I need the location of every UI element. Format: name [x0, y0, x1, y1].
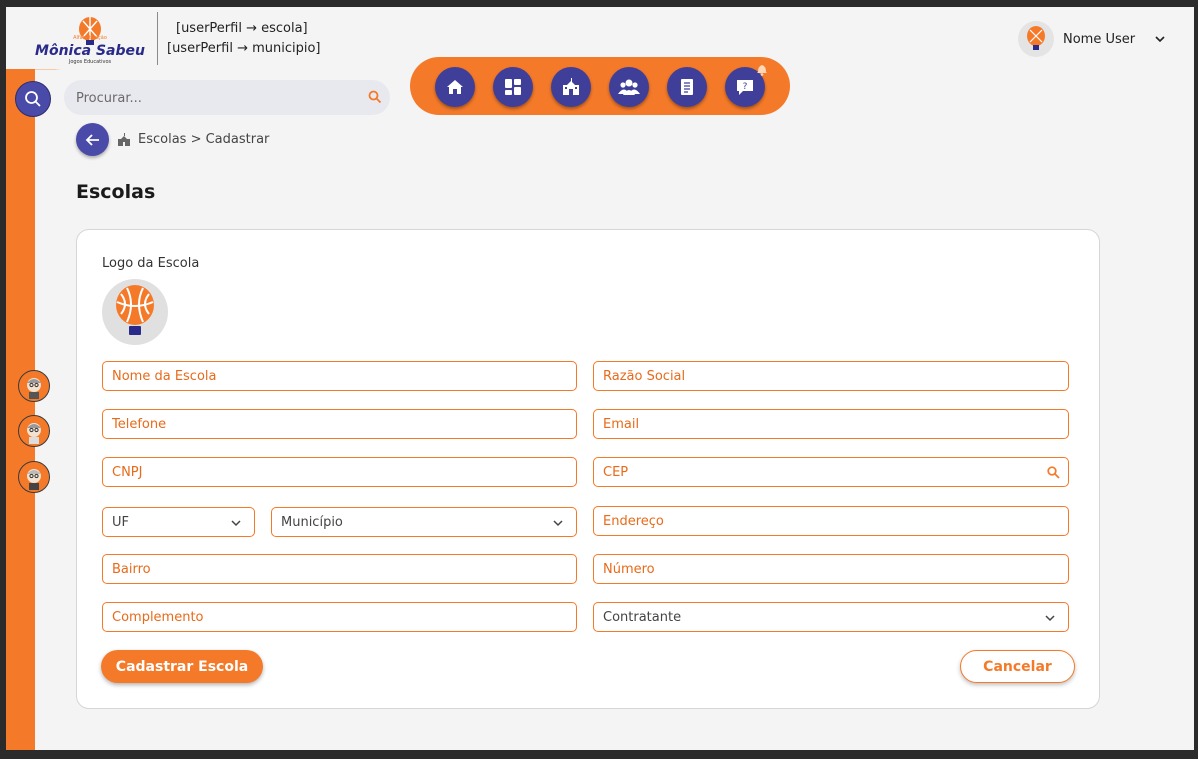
back-button[interactable]	[76, 123, 109, 156]
svg-text:Jogos Educativos: Jogos Educativos	[68, 59, 112, 65]
perfil-municipio: [userPerfil → municipio]	[167, 41, 321, 56]
nome-escola-input[interactable]	[112, 362, 538, 390]
header-divider	[157, 12, 158, 65]
svg-text:Alfabetização: Alfabetização	[73, 35, 107, 41]
app-window: Alfabetização Mônica Sabeu Jogos Educati…	[6, 7, 1194, 750]
endereco-input[interactable]	[603, 507, 1030, 535]
arrow-left-icon	[85, 133, 99, 146]
brand-logo: Alfabetização Mônica Sabeu Jogos Educati…	[35, 17, 145, 65]
character-icon	[27, 469, 41, 490]
uf-select[interactable]: UF	[102, 507, 255, 537]
search-icon[interactable]	[1047, 466, 1060, 479]
school-icon	[118, 133, 130, 146]
cadastrar-escola-button[interactable]: Cadastrar Escola	[101, 650, 263, 683]
cancel-button[interactable]: Cancelar	[960, 650, 1075, 683]
cnpj-input[interactable]	[112, 458, 538, 486]
svg-text:?: ?	[743, 82, 748, 92]
dashboard-icon	[505, 79, 521, 95]
form-card: Logo da Escola UF Município	[76, 229, 1100, 709]
numero-field[interactable]	[593, 554, 1069, 584]
perfil-escola: [userPerfil → escola]	[176, 21, 308, 36]
user-menu[interactable]: Nome User	[1018, 21, 1167, 57]
chevron-down-icon[interactable]	[1153, 32, 1167, 46]
chevron-down-icon	[1045, 615, 1055, 622]
search-box	[64, 80, 390, 117]
search-icon[interactable]	[368, 90, 382, 104]
logo-label: Logo da Escola	[102, 256, 200, 271]
bairro-field[interactable]	[102, 554, 577, 584]
razao-social-input[interactable]	[603, 362, 1030, 390]
nav-dashboard-button[interactable]	[493, 67, 533, 107]
complemento-field[interactable]	[102, 602, 577, 632]
chevron-down-icon	[231, 520, 241, 527]
telefone-input[interactable]	[112, 410, 538, 438]
character-icon	[27, 423, 41, 444]
users-icon	[618, 79, 640, 95]
user-avatar[interactable]	[1018, 21, 1054, 57]
search-input[interactable]	[74, 80, 358, 117]
sidebar-avatar-2[interactable]	[18, 415, 50, 447]
cep-input[interactable]	[603, 458, 1030, 486]
help-icon: ?	[737, 80, 753, 95]
sidebar-avatar-1[interactable]	[18, 370, 50, 402]
email-field[interactable]	[593, 409, 1069, 439]
contratante-select-value: Contratante	[603, 610, 682, 625]
search-icon	[25, 91, 41, 107]
chevron-down-icon	[553, 520, 563, 527]
notification-bell-icon[interactable]	[755, 62, 769, 76]
nav-school-button[interactable]	[551, 67, 591, 107]
logo-upload[interactable]	[102, 279, 168, 345]
nome-escola-field[interactable]	[102, 361, 577, 391]
municipio-select-value: Município	[281, 515, 343, 530]
balloon-icon	[116, 285, 154, 335]
telefone-field[interactable]	[102, 409, 577, 439]
main-nav: ?	[410, 57, 790, 115]
sidebar-avatar-3[interactable]	[18, 461, 50, 493]
contratante-select[interactable]: Contratante	[593, 602, 1069, 632]
sidebar	[6, 69, 35, 750]
cep-field[interactable]	[593, 457, 1069, 487]
uf-select-value: UF	[112, 515, 129, 530]
numero-input[interactable]	[603, 555, 1030, 583]
razao-social-field[interactable]	[593, 361, 1069, 391]
school-icon	[563, 78, 579, 95]
nav-users-button[interactable]	[609, 67, 649, 107]
home-icon	[447, 80, 463, 94]
page-title: Escolas	[76, 181, 156, 203]
sidebar-search-button[interactable]	[15, 81, 51, 117]
breadcrumb: Escolas > Cadastrar	[138, 132, 270, 147]
nav-home-button[interactable]	[435, 67, 475, 107]
bairro-input[interactable]	[112, 555, 538, 583]
character-icon	[27, 378, 41, 399]
complemento-input[interactable]	[112, 603, 538, 631]
endereco-field[interactable]	[593, 506, 1069, 536]
cnpj-field[interactable]	[102, 457, 577, 487]
email-input[interactable]	[603, 410, 1030, 438]
municipio-select[interactable]: Município	[271, 507, 577, 537]
nav-document-button[interactable]	[667, 67, 707, 107]
svg-text:Mônica Sabeu: Mônica Sabeu	[35, 43, 145, 59]
document-icon	[681, 79, 693, 95]
user-name: Nome User	[1063, 31, 1136, 47]
balloon-icon	[1027, 26, 1045, 50]
